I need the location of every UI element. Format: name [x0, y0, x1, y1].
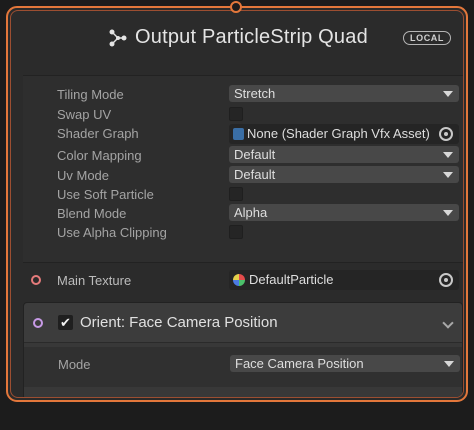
tiling-mode-value: Stretch: [234, 86, 276, 101]
alpha-clipping-label: Use Alpha Clipping: [57, 225, 167, 240]
object-picker-icon[interactable]: [439, 273, 453, 287]
tiling-mode-label: Tiling Mode: [57, 87, 124, 102]
orient-block[interactable]: ✔ Orient: Face Camera Position Mode Face…: [23, 302, 463, 397]
orient-mode-value: Face Camera Position: [235, 356, 364, 371]
color-mapping-label: Color Mapping: [57, 148, 142, 163]
orient-mode-label: Mode: [58, 357, 91, 372]
shader-graph-icon: [233, 128, 244, 140]
color-mapping-dropdown[interactable]: Default: [229, 146, 459, 163]
flow-input-port[interactable]: [230, 1, 242, 13]
uv-mode-value: Default: [234, 167, 276, 182]
orient-enabled-checkbox[interactable]: ✔: [58, 315, 73, 330]
chevron-down-icon: [443, 152, 453, 158]
swap-uv-label: Swap UV: [57, 107, 112, 122]
node-header[interactable]: Output ParticleStrip Quad LOCAL: [11, 11, 463, 71]
orient-block-header[interactable]: ✔ Orient: Face Camera Position: [24, 303, 462, 343]
uv-mode-row: Uv Mode Default: [23, 166, 463, 186]
blend-mode-value: Alpha: [234, 205, 268, 220]
shader-graph-field[interactable]: None (Shader Graph Vfx Asset): [229, 124, 459, 144]
tiling-mode-dropdown[interactable]: Stretch: [229, 85, 459, 102]
tiling-mode-row: Tiling Mode Stretch: [23, 85, 463, 105]
shader-graph-value: None (Shader Graph Vfx Asset): [247, 126, 430, 141]
collapse-chevron-icon[interactable]: [442, 317, 454, 329]
swap-uv-checkbox[interactable]: [229, 107, 243, 121]
shader-graph-label: Shader Graph: [57, 126, 139, 141]
main-texture-label: Main Texture: [57, 273, 132, 288]
soft-particle-checkbox[interactable]: [229, 187, 243, 201]
node-title: Output ParticleStrip Quad: [109, 26, 368, 49]
main-texture-row: Main Texture DefaultParticle: [23, 265, 463, 295]
orient-mode-dropdown[interactable]: Face Camera Position: [230, 355, 460, 372]
blend-mode-label: Blend Mode: [57, 206, 127, 221]
chevron-down-icon: [443, 172, 453, 178]
chevron-down-icon: [444, 361, 454, 367]
orient-block-body: Mode Face Camera Position: [24, 347, 462, 387]
node-title-text: Output ParticleStrip Quad: [135, 26, 368, 48]
chevron-down-icon: [443, 210, 453, 216]
settings-panel: Tiling Mode Stretch Swap UV Shader Graph…: [23, 75, 463, 263]
main-texture-field[interactable]: DefaultParticle: [229, 270, 459, 290]
node-body: Output ParticleStrip Quad LOCAL Tiling M…: [10, 10, 464, 398]
shader-graph-row: Shader Graph None (Shader Graph Vfx Asse…: [23, 124, 463, 144]
orient-block-port[interactable]: [33, 318, 43, 328]
soft-particle-label: Use Soft Particle: [57, 187, 154, 202]
alpha-clipping-checkbox[interactable]: [229, 225, 243, 239]
main-texture-value: DefaultParticle: [249, 272, 334, 287]
blend-mode-row: Blend Mode Alpha: [23, 204, 463, 224]
orient-block-title: Orient: Face Camera Position: [80, 314, 278, 331]
chevron-down-icon: [443, 91, 453, 97]
uv-mode-label: Uv Mode: [57, 168, 110, 183]
object-picker-icon[interactable]: [439, 127, 453, 141]
swap-uv-row: Swap UV: [23, 105, 463, 125]
alpha-clipping-row: Use Alpha Clipping: [23, 223, 463, 243]
color-mapping-value: Default: [234, 147, 276, 162]
particle-system-icon: [109, 29, 127, 47]
local-badge[interactable]: LOCAL: [403, 31, 451, 45]
orient-mode-row: Mode Face Camera Position: [24, 355, 462, 375]
texture-icon: [233, 274, 245, 286]
uv-mode-dropdown[interactable]: Default: [229, 166, 459, 183]
color-mapping-row: Color Mapping Default: [23, 146, 463, 166]
main-texture-input-port[interactable]: [31, 275, 41, 285]
soft-particle-row: Use Soft Particle: [23, 185, 463, 205]
blend-mode-dropdown[interactable]: Alpha: [229, 204, 459, 221]
node-canvas: Output ParticleStrip Quad LOCAL Tiling M…: [0, 0, 474, 430]
output-node[interactable]: Output ParticleStrip Quad LOCAL Tiling M…: [6, 6, 468, 402]
